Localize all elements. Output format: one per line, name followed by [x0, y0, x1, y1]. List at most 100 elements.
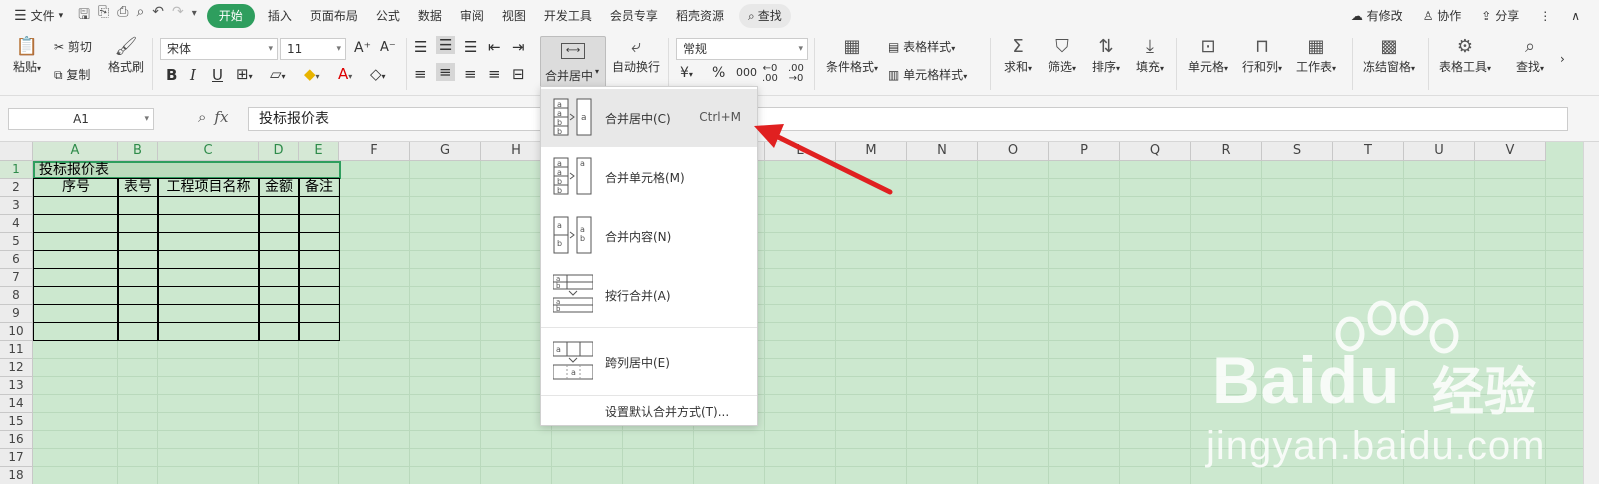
row-header-7[interactable]: 7 [0, 269, 33, 287]
col-header-r[interactable]: R [1191, 142, 1262, 161]
row-header-12[interactable]: 12 [0, 359, 33, 377]
table-cell[interactable] [258, 232, 300, 251]
align-top-icon[interactable]: ☰ [414, 38, 427, 56]
table-cell[interactable] [258, 286, 300, 305]
modified-button[interactable]: ☁ 有修改 [1342, 4, 1412, 28]
redo-icon[interactable]: ↷ [172, 4, 184, 28]
tab-docer[interactable]: 稻壳资源 [667, 4, 733, 28]
table-header-cell[interactable]: 备注 [298, 178, 340, 197]
indent-decrease-icon[interactable]: ⇤ [488, 38, 501, 56]
row-header-15[interactable]: 15 [0, 413, 33, 431]
table-cell[interactable] [117, 268, 159, 287]
table-cell[interactable] [33, 268, 119, 287]
table-cell[interactable] [157, 250, 260, 269]
menu-item-default-merge[interactable]: 设置默认合并方式(T)... [541, 397, 757, 425]
table-cell[interactable] [33, 304, 119, 323]
print-icon[interactable]: ⎙ [117, 4, 128, 28]
tab-home[interactable]: 开始 [206, 4, 255, 28]
table-header-cell[interactable]: 金额 [258, 178, 300, 197]
table-cell[interactable] [117, 196, 159, 215]
col-header-f[interactable]: F [339, 142, 410, 161]
fill-button[interactable]: ⤓ 填充▾ [1132, 36, 1168, 75]
align-left-icon[interactable]: ≡ [414, 65, 427, 83]
select-all-corner[interactable] [0, 142, 33, 161]
table-cell[interactable] [33, 196, 119, 215]
table-cell[interactable] [258, 250, 300, 269]
table-cell[interactable] [157, 232, 260, 251]
more-options-icon[interactable]: ⋮ [1530, 4, 1560, 28]
col-header-t[interactable]: T [1333, 142, 1404, 161]
tab-member[interactable]: 会员专享 [601, 4, 667, 28]
table-cell[interactable] [157, 196, 260, 215]
col-header-e[interactable]: E [299, 142, 339, 161]
bold-icon[interactable]: B [166, 66, 177, 84]
menu-item-merge-by-row[interactable]: ab ab 按行合并(A) [541, 266, 757, 324]
font-decrease-icon[interactable]: A⁻ [380, 40, 396, 55]
row-header-16[interactable]: 16 [0, 431, 33, 449]
row-header-3[interactable]: 3 [0, 197, 33, 215]
table-header-cell[interactable]: 工程项目名称 [157, 178, 260, 197]
clear-format-icon[interactable]: ◇▾ [370, 65, 386, 83]
table-header-cell[interactable]: 表号 [117, 178, 159, 197]
sort-button[interactable]: ⇅ 排序▾ [1088, 36, 1124, 75]
table-cell[interactable] [157, 286, 260, 305]
cell-style-icon[interactable]: ▱▾ [270, 65, 286, 83]
percent-icon[interactable]: % [712, 65, 725, 81]
border-icon[interactable]: ⊞▾ [236, 65, 253, 83]
table-cell[interactable] [298, 196, 340, 215]
share-button[interactable]: ⇪ 分享 [1472, 4, 1528, 28]
row-header-8[interactable]: 8 [0, 287, 33, 305]
col-header-p[interactable]: P [1049, 142, 1120, 161]
ribbon-scroll-icon[interactable]: › [1560, 52, 1565, 66]
currency-icon[interactable]: ¥▾ [680, 65, 693, 81]
align-middle-icon[interactable]: ☰ [436, 36, 456, 54]
tab-developer[interactable]: 开发工具 [535, 4, 601, 28]
sum-button[interactable]: Σ 求和▾ [1000, 36, 1036, 75]
col-header-g[interactable]: G [410, 142, 481, 161]
auto-wrap-button[interactable]: ⤶ 自动换行 [612, 36, 660, 75]
col-header-o[interactable]: O [978, 142, 1049, 161]
row-header-14[interactable]: 14 [0, 395, 33, 413]
col-header-b[interactable]: B [118, 142, 158, 161]
tab-insert[interactable]: 插入 [259, 4, 301, 28]
font-family-select[interactable]: 宋体 ▾ [160, 38, 278, 60]
font-color-icon[interactable]: A▾ [338, 65, 352, 83]
col-header-s[interactable]: S [1262, 142, 1333, 161]
table-cell[interactable] [258, 304, 300, 323]
row-header-17[interactable]: 17 [0, 449, 33, 467]
row-header-1[interactable]: 1 [0, 161, 33, 179]
row-header-10[interactable]: 10 [0, 323, 33, 341]
table-cell[interactable] [298, 214, 340, 233]
thousands-icon[interactable]: 000 [736, 66, 757, 79]
col-header-q[interactable]: Q [1120, 142, 1191, 161]
row-header-4[interactable]: 4 [0, 215, 33, 233]
col-header-u[interactable]: U [1404, 142, 1475, 161]
find-button[interactable]: ⌕ 查找▾ [1512, 36, 1548, 75]
table-cell[interactable] [33, 232, 119, 251]
filter-button[interactable]: ⛉ 筛选▾ [1044, 36, 1080, 75]
table-cell[interactable] [117, 214, 159, 233]
table-cell[interactable] [117, 304, 159, 323]
underline-icon[interactable]: U [212, 66, 223, 84]
align-right-icon[interactable]: ≡ [464, 65, 477, 83]
row-header-18[interactable]: 18 [0, 467, 33, 484]
col-header-a[interactable]: A [33, 142, 118, 161]
worksheet-button[interactable]: ▦ 工作表▾ [1294, 36, 1338, 75]
search-box[interactable]: ⌕ 查找 [738, 4, 791, 28]
file-menu[interactable]: ☰ 文件 ▾ [0, 4, 72, 28]
print-preview-icon[interactable]: ⌕ [136, 4, 144, 28]
more-icon[interactable]: ▾ [192, 4, 197, 28]
col-header-n[interactable]: N [907, 142, 978, 161]
menu-item-merge-content[interactable]: ab ab 合并内容(N) [541, 207, 757, 265]
freeze-button[interactable]: ▩ 冻结窗格▾ [1360, 36, 1418, 75]
format-painter-button[interactable]: 🖌 格式刷 [108, 36, 144, 75]
save-icon[interactable]: 🖫 [78, 4, 90, 28]
table-cell[interactable] [298, 322, 340, 341]
table-cell[interactable] [298, 304, 340, 323]
name-box[interactable]: A1 ▾ [8, 108, 154, 130]
table-cell[interactable] [33, 322, 119, 341]
table-cell[interactable] [33, 286, 119, 305]
col-header-d[interactable]: D [259, 142, 299, 161]
table-cell[interactable] [258, 322, 300, 341]
zoom-icon[interactable]: ⌕ [198, 108, 206, 126]
